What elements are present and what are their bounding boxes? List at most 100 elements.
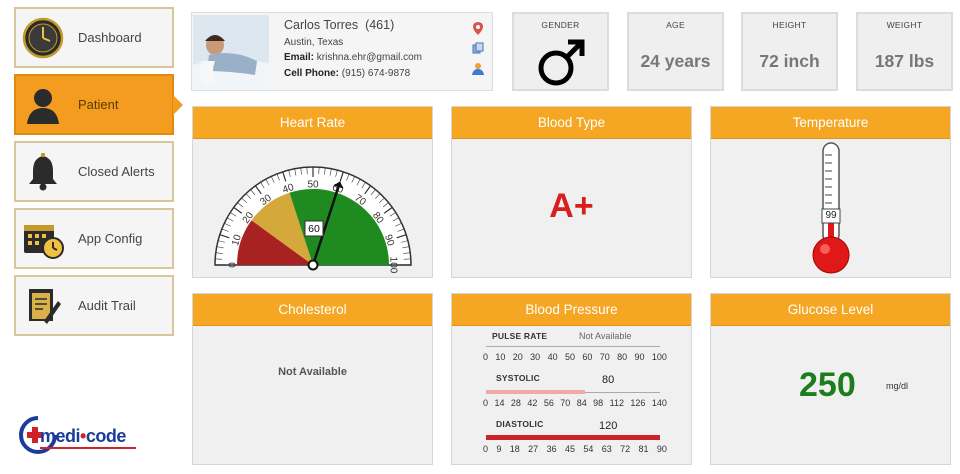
- weight-box: WEIGHT 187 lbs: [856, 12, 953, 91]
- sidebar-item-label: Dashboard: [78, 30, 142, 45]
- scale-tick-label: 126: [630, 398, 646, 408]
- calendar-clock-icon: [21, 217, 65, 261]
- sidebar-item-patient[interactable]: Patient: [14, 74, 183, 135]
- height-label: HEIGHT: [772, 20, 807, 30]
- scale-tick-label: 30: [530, 352, 541, 362]
- glucose-value: 250: [799, 366, 856, 404]
- blood-type-title: Blood Type: [452, 107, 691, 139]
- heart-rate-panel: Heart Rate 010203040506070809010060: [192, 106, 433, 278]
- sidebar-item-label: App Config: [78, 231, 143, 246]
- height-box: HEIGHT 72 inch: [741, 12, 838, 91]
- scale-tick-label: 40: [547, 352, 558, 362]
- scale-tick-label: 90: [656, 444, 667, 454]
- scale-tick-label: 70: [599, 352, 610, 362]
- gauge-hub: [307, 259, 319, 271]
- scale-tick-label: 27: [528, 444, 539, 454]
- sidebar: Dashboard Patient Closed Alerts App Conf…: [14, 7, 183, 342]
- document-edit-icon: [21, 284, 65, 328]
- diastolic-ticks: 0 9 18 27 36 45 54 63 72 81 90: [483, 444, 667, 454]
- scale-tick-label: 80: [617, 352, 628, 362]
- gauge-tick-label: 0: [228, 262, 239, 268]
- heart-rate-value: 60: [308, 223, 320, 235]
- scale-tick-label: 0: [483, 444, 489, 454]
- scale-tick-label: 14: [494, 398, 505, 408]
- map-pin-icon[interactable]: [472, 21, 484, 35]
- systolic-bar: [486, 390, 586, 394]
- user-icon: [21, 83, 65, 127]
- sidebar-item-label: Patient: [78, 97, 119, 112]
- scale-tick-label: 20: [512, 352, 523, 362]
- heart-rate-gauge: 010203040506070809010060: [214, 166, 412, 274]
- sidebar-item-label: Closed Alerts: [78, 164, 155, 179]
- scale-tick-label: 63: [601, 444, 612, 454]
- blood-type-panel: Blood Type A+: [451, 106, 692, 278]
- temperature-value: 99: [825, 210, 837, 221]
- scale-tick-label: 10: [495, 352, 506, 362]
- age-value: 24 years: [640, 51, 711, 71]
- patient-phone: Cell Phone: (915) 674-9878: [284, 67, 411, 79]
- scale-tick-label: 70: [560, 398, 571, 408]
- sidebar-item-app-config[interactable]: App Config: [14, 208, 174, 269]
- age-box: AGE 24 years: [627, 12, 724, 91]
- gauge-tick-label: 100: [387, 257, 398, 274]
- sidebar-item-label: Audit Trail: [78, 298, 136, 313]
- sidebar-item-audit-trail[interactable]: Audit Trail: [14, 275, 174, 336]
- male-symbol-icon: [536, 37, 588, 94]
- temperature-panel: Temperature 99: [710, 106, 951, 278]
- patient-location: Austin, Texas: [284, 36, 344, 48]
- glucose-panel: Glucose Level 250 mg/dl: [710, 293, 951, 465]
- heart-rate-title: Heart Rate: [193, 107, 432, 139]
- scale-tick-label: 140: [651, 398, 667, 408]
- sidebar-item-dashboard[interactable]: Dashboard: [14, 7, 174, 68]
- blood-pressure-panel: Blood Pressure PULSE RATE Not Available …: [451, 293, 692, 465]
- scale-tick-label: 81: [638, 444, 649, 454]
- clock-icon: [21, 16, 65, 60]
- diastolic-bar: [486, 435, 660, 440]
- systolic-label: SYSTOLIC: [496, 373, 540, 383]
- scale-tick-label: 0: [483, 352, 489, 362]
- cholesterol-panel: Cholesterol Not Available: [192, 293, 433, 465]
- medicode-logo: medi•code: [18, 415, 138, 455]
- blood-type-value: A+: [549, 187, 594, 225]
- gender-box: GENDER: [512, 12, 609, 91]
- gender-label: GENDER: [541, 20, 580, 30]
- weight-value: 187 lbs: [874, 51, 935, 71]
- pulse-rate-scale: [486, 339, 660, 347]
- logo-text: medi•code: [40, 426, 126, 446]
- weight-label: WEIGHT: [886, 20, 923, 30]
- scale-tick-label: 56: [543, 398, 554, 408]
- pulse-rate-ticks: 0 10 20 30 40 50 60 70 80 90 100: [483, 352, 667, 362]
- age-label: AGE: [666, 20, 685, 30]
- scale-tick-label: 9: [496, 444, 502, 454]
- bell-icon: [21, 150, 65, 194]
- diastolic-label: DIASTOLIC: [496, 419, 544, 429]
- patient-email: Email: krishna.ehr@gmail.com: [284, 52, 422, 63]
- user-profile-icon[interactable]: [472, 61, 484, 75]
- glucose-title: Glucose Level: [711, 294, 950, 326]
- diastolic-value: 120: [599, 420, 618, 432]
- cholesterol-value: Not Available: [278, 366, 347, 378]
- scale-tick-label: 84: [576, 398, 587, 408]
- sidebar-item-closed-alerts[interactable]: Closed Alerts: [14, 141, 174, 202]
- scale-tick-label: 100: [651, 352, 667, 362]
- scale-tick-label: 112: [609, 398, 624, 408]
- scale-tick-label: 60: [582, 352, 593, 362]
- scale-tick-label: 28: [510, 398, 521, 408]
- scale-tick-label: 54: [583, 444, 594, 454]
- blood-pressure-title: Blood Pressure: [452, 294, 691, 326]
- glucose-unit: mg/dl: [886, 381, 909, 391]
- scale-tick-label: 36: [546, 444, 557, 454]
- cholesterol-title: Cholesterol: [193, 294, 432, 326]
- thermometer-icon: 99: [811, 141, 853, 282]
- scale-tick-label: 0: [483, 398, 489, 408]
- gauge-tick-label: 50: [307, 180, 319, 191]
- temperature-title: Temperature: [711, 107, 950, 139]
- height-value: 72 inch: [759, 51, 820, 71]
- patient-info: Carlos Torres (461) Austin, Texas Email:…: [284, 18, 422, 81]
- scale-tick-label: 45: [564, 444, 575, 454]
- patient-photo: [193, 15, 269, 89]
- documents-icon[interactable]: [472, 41, 484, 55]
- scale-tick-label: 72: [620, 444, 631, 454]
- scale-tick-label: 90: [634, 352, 645, 362]
- scale-tick-label: 42: [527, 398, 538, 408]
